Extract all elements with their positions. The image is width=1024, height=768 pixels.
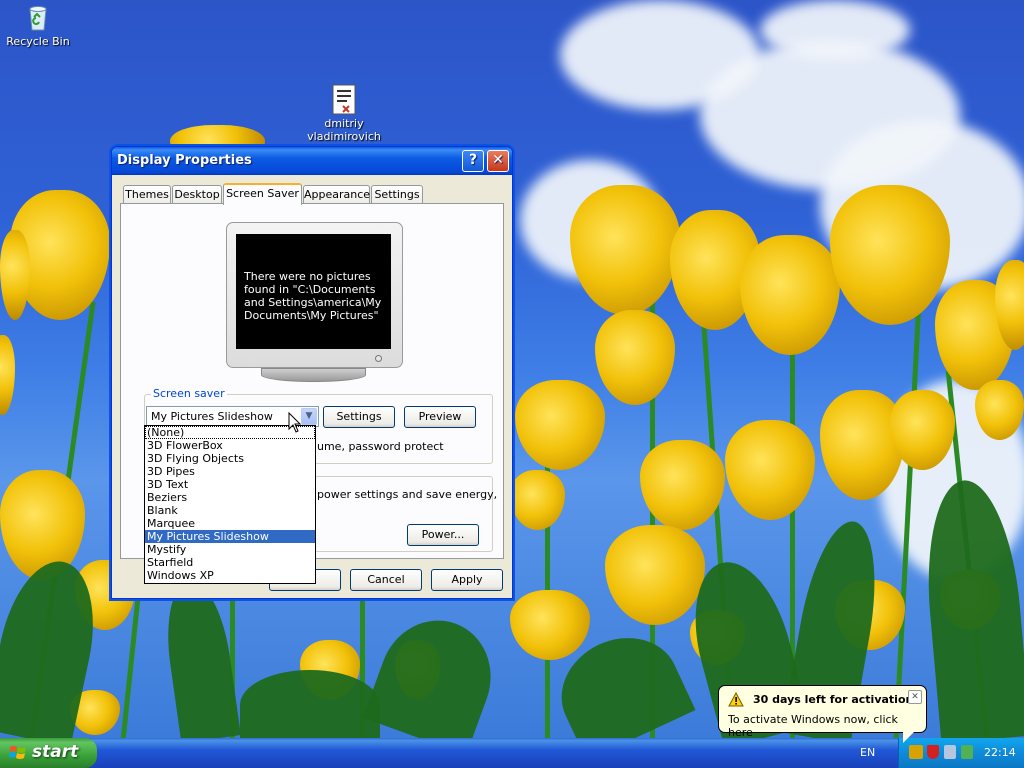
desktop-icon-label-line1: dmitriy xyxy=(324,117,364,130)
tab-label: Themes xyxy=(125,188,169,201)
tab-settings[interactable]: Settings xyxy=(371,185,423,204)
apply-button-label: Apply xyxy=(451,573,483,586)
power-led-icon xyxy=(375,355,382,362)
dropdown-option[interactable]: 3D FlowerBox xyxy=(145,439,315,452)
tulip xyxy=(725,420,815,520)
tulip xyxy=(510,470,565,530)
balloon-title: 30 days left for activation xyxy=(753,693,914,706)
monitor-stand xyxy=(261,368,366,382)
tulip xyxy=(830,185,950,325)
close-icon: ✕ xyxy=(911,692,919,702)
window-title: Display Properties xyxy=(117,153,252,168)
cancel-button-label: Cancel xyxy=(367,573,405,586)
dropdown-option[interactable]: 3D Flying Objects xyxy=(145,452,315,465)
cloud xyxy=(760,0,910,60)
screen-saver-group-label: Screen saver xyxy=(151,387,227,400)
clock[interactable]: 22:14 xyxy=(984,746,1016,759)
tulip xyxy=(0,335,15,415)
desktop-icon-document[interactable]: dmitriy vladimirovich xyxy=(304,84,384,143)
tulip xyxy=(515,380,605,470)
tray-network-icon[interactable] xyxy=(909,745,923,759)
tab-label: Settings xyxy=(374,188,420,201)
leaf xyxy=(240,670,380,738)
document-icon xyxy=(329,84,359,115)
tulip xyxy=(0,230,30,320)
preview-button[interactable]: Preview xyxy=(404,406,476,428)
tray-speaker-icon[interactable] xyxy=(944,745,956,759)
tulip xyxy=(605,525,705,625)
preview-message: There were no pictures found in "C:\Docu… xyxy=(244,270,382,322)
desktop-icon-label-line2: vladimirovich xyxy=(307,130,381,143)
warning-icon xyxy=(728,691,744,710)
tulip xyxy=(595,310,675,405)
tulip xyxy=(740,235,840,355)
balloon-close-button[interactable]: ✕ xyxy=(908,690,922,704)
dropdown-option[interactable]: Mystify xyxy=(145,543,315,556)
preview-button-label: Preview xyxy=(418,410,462,423)
tab-desktop[interactable]: Desktop xyxy=(172,185,222,204)
balloon-text[interactable]: To activate Windows now, click here xyxy=(728,713,926,739)
tulip xyxy=(0,470,85,580)
recycle-bin-icon xyxy=(23,2,53,32)
screen-saver-select-value: My Pictures Slideshow xyxy=(151,410,273,423)
windows-logo-icon xyxy=(9,745,27,761)
window-titlebar[interactable]: Display Properties ? ✕ xyxy=(112,147,512,175)
dropdown-option[interactable]: Starfield xyxy=(145,556,315,569)
monitor-preview: There were no pictures found in "C:\Docu… xyxy=(226,222,403,368)
close-button[interactable]: ✕ xyxy=(487,150,509,172)
apply-button[interactable]: Apply xyxy=(431,569,503,591)
tab-label: Appearance xyxy=(304,188,371,201)
dropdown-option-selected[interactable]: My Pictures Slideshow xyxy=(145,530,315,543)
dropdown-option[interactable]: Marquee xyxy=(145,517,315,530)
help-button[interactable]: ? xyxy=(462,150,484,172)
mouse-cursor-icon xyxy=(288,411,302,437)
tulip xyxy=(570,185,680,315)
dropdown-option[interactable]: Beziers xyxy=(145,491,315,504)
screen-saver-dropdown-list: (None) 3D FlowerBox 3D Flying Objects 3D… xyxy=(144,425,316,584)
start-button[interactable]: start xyxy=(0,738,97,768)
desktop-icon-recycle-bin[interactable]: Recycle Bin xyxy=(0,2,78,48)
tray-update-icon[interactable] xyxy=(961,745,973,759)
dropdown-option[interactable]: 3D Text xyxy=(145,478,315,491)
tray-shield-icon[interactable] xyxy=(927,745,939,759)
tab-themes[interactable]: Themes xyxy=(123,185,171,204)
dropdown-option[interactable]: Blank xyxy=(145,504,315,517)
resume-password-text: ume, password protect xyxy=(317,440,444,453)
start-label: start xyxy=(32,742,79,762)
cancel-button[interactable]: Cancel xyxy=(350,569,422,591)
leaf xyxy=(159,576,241,738)
tab-appearance[interactable]: Appearance xyxy=(303,185,370,204)
preview-screen: There were no pictures found in "C:\Docu… xyxy=(236,234,391,349)
dropdown-option[interactable]: 3D Pipes xyxy=(145,465,315,478)
leaf xyxy=(362,604,508,738)
dropdown-option[interactable]: Windows XP xyxy=(145,569,315,582)
close-icon: ✕ xyxy=(492,152,504,168)
balloon-tail xyxy=(903,731,915,743)
help-icon: ? xyxy=(468,152,478,168)
settings-button[interactable]: Settings xyxy=(323,406,395,428)
tab-screen-saver[interactable]: Screen Saver xyxy=(223,183,302,205)
desktop-icon-label: Recycle Bin xyxy=(6,35,70,48)
tab-label: Screen Saver xyxy=(226,187,299,200)
tulip xyxy=(510,590,590,660)
power-description-text: power settings and save energy, xyxy=(317,488,498,501)
chevron-down-icon[interactable]: ▼ xyxy=(301,408,317,425)
activation-balloon[interactable]: 30 days left for activation To activate … xyxy=(718,685,927,739)
system-tray: 22:14 xyxy=(898,738,1024,768)
tab-label: Desktop xyxy=(174,188,220,201)
power-button-label: Power... xyxy=(421,528,465,541)
language-indicator[interactable]: EN xyxy=(860,746,875,759)
power-button[interactable]: Power... xyxy=(407,524,479,546)
settings-button-label: Settings xyxy=(336,410,382,423)
